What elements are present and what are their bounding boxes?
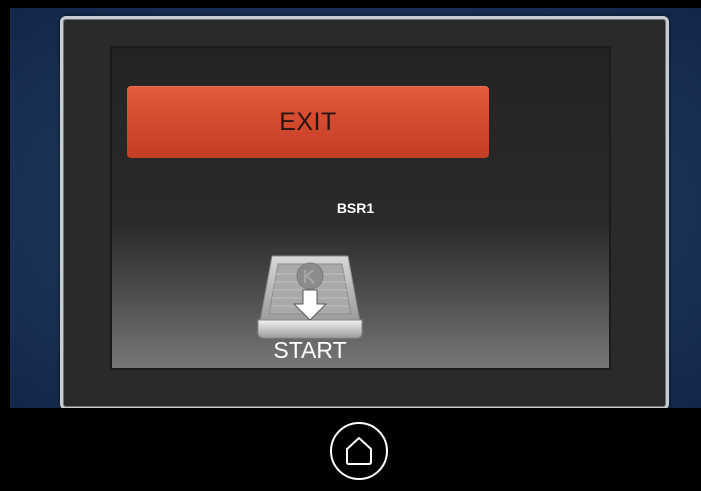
exit-button-label: EXIT — [279, 107, 337, 136]
home-icon — [330, 422, 388, 480]
tray-download-icon — [257, 255, 363, 339]
app-background: EXIT BSR1 START — [10, 8, 701, 408]
system-nav-bar — [10, 408, 701, 491]
start-label: START — [273, 337, 347, 363]
device-name-label: BSR1 — [336, 200, 375, 216]
home-button[interactable] — [328, 420, 390, 482]
exit-button[interactable]: EXIT — [127, 86, 489, 158]
start-button[interactable]: START — [248, 244, 372, 364]
